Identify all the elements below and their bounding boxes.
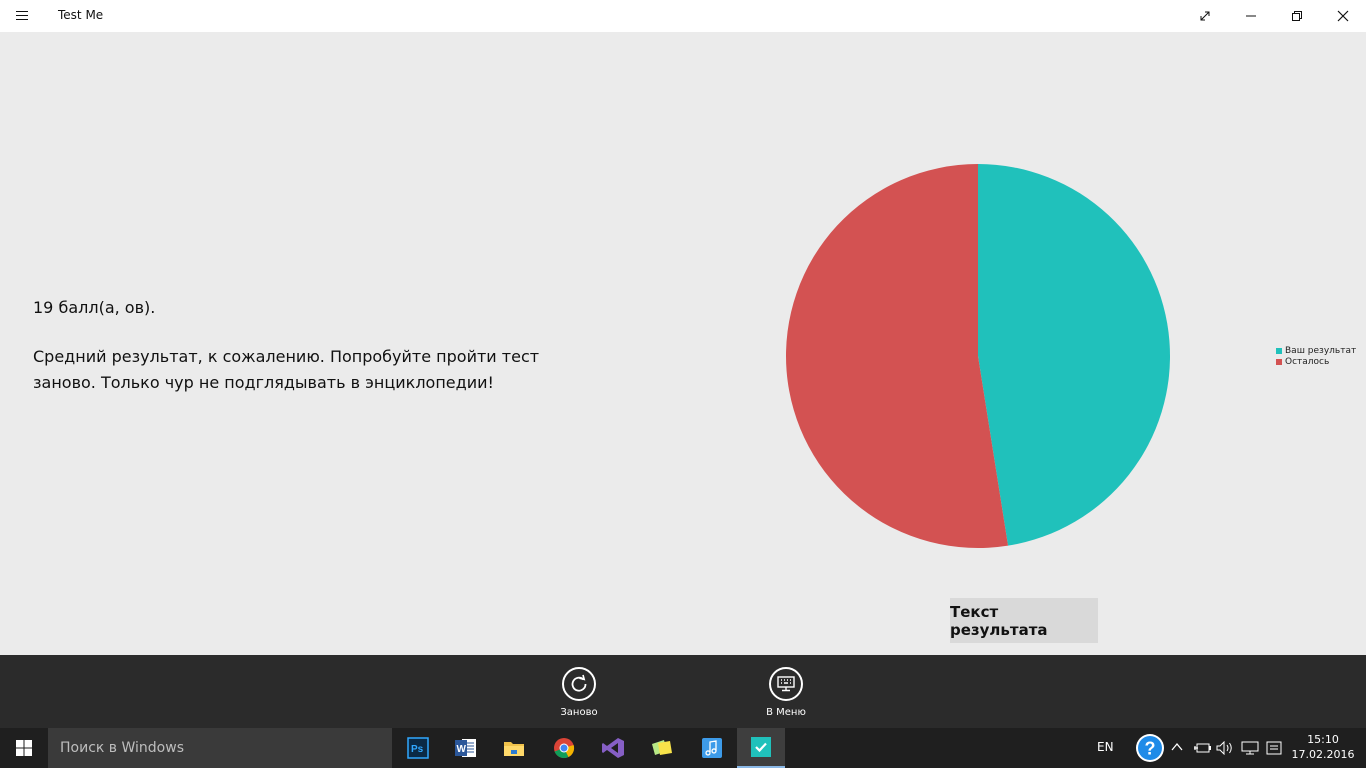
close-icon	[1337, 10, 1349, 22]
legend-item: Ваш результат	[1276, 345, 1356, 356]
close-button[interactable]	[1320, 0, 1366, 32]
menu-label: В Меню	[766, 707, 806, 718]
result-pie-chart	[786, 164, 1171, 548]
again-button[interactable]: Заново	[544, 667, 614, 718]
legend-label: Ваш результат	[1285, 345, 1357, 356]
notifications-icon[interactable]	[1266, 741, 1282, 755]
taskbar-chrome[interactable]	[540, 728, 588, 768]
result-text-button[interactable]: Текст результата	[950, 598, 1098, 643]
music-app-icon	[702, 738, 722, 758]
help-icon[interactable]: ?	[1134, 732, 1166, 764]
result-page: 19 балл(а, ов). Средний результат, к сож…	[0, 32, 1366, 655]
word-icon: W	[455, 739, 476, 757]
hamburger-menu-icon[interactable]	[10, 8, 36, 24]
taskbar-music-app[interactable]	[688, 728, 736, 768]
score-text: 19 балл(а, ов).	[33, 298, 156, 317]
keyboard-menu-icon	[769, 667, 803, 701]
chart-legend: Ваш результат Осталось	[1276, 345, 1356, 367]
fullscreen-button[interactable]	[1182, 0, 1228, 32]
taskbar-test-me[interactable]	[737, 728, 785, 768]
pie-slice-0	[978, 164, 1171, 546]
chevron-up-icon[interactable]	[1171, 742, 1183, 752]
svg-text:?: ?	[1145, 739, 1156, 759]
file-explorer-icon	[504, 742, 524, 756]
menu-button[interactable]: В Меню	[751, 667, 821, 718]
refresh-icon	[562, 667, 596, 701]
chrome-icon	[554, 738, 575, 759]
language-indicator[interactable]: EN	[1097, 740, 1114, 754]
minimize-button[interactable]	[1228, 0, 1274, 32]
legend-label: Осталось	[1285, 356, 1330, 367]
search-box[interactable]: Поиск в Windows	[48, 728, 392, 768]
clock-time: 15:10	[1307, 733, 1339, 746]
start-button[interactable]	[0, 728, 48, 768]
photoshop-icon: Ps	[407, 737, 429, 759]
test-me-app-icon	[751, 737, 771, 757]
network-icon[interactable]	[1241, 741, 1259, 755]
again-label: Заново	[560, 707, 598, 718]
svg-text:Ps: Ps	[411, 744, 424, 755]
sticky-notes-icon	[652, 740, 672, 755]
volume-icon[interactable]	[1216, 741, 1234, 755]
clock[interactable]: 15:10 17.02.2016	[1288, 732, 1358, 762]
app-title: Test Me	[58, 8, 104, 22]
taskbar-photoshop[interactable]: Ps	[394, 728, 442, 768]
restore-button[interactable]	[1274, 0, 1320, 32]
taskbar-sticky-notes[interactable]	[638, 728, 686, 768]
svg-text:W: W	[457, 744, 467, 755]
command-bar: Заново В Меню	[0, 655, 1366, 728]
title-bar: Test Me	[0, 0, 1366, 32]
pie-slice-1	[786, 164, 1009, 548]
legend-item: Осталось	[1276, 356, 1356, 367]
restore-icon	[1292, 11, 1302, 21]
fullscreen-icon	[1200, 11, 1210, 21]
visual-studio-icon	[602, 738, 624, 758]
windows-logo-icon	[16, 740, 32, 756]
taskbar-file-explorer[interactable]	[490, 728, 538, 768]
taskbar-visual-studio[interactable]	[589, 728, 637, 768]
legend-swatch	[1276, 347, 1282, 354]
legend-swatch	[1276, 358, 1282, 365]
minimize-icon	[1246, 15, 1256, 17]
clock-date: 17.02.2016	[1291, 748, 1355, 761]
result-message: Средний результат, к сожалению. Попробуй…	[33, 347, 540, 392]
battery-plug-icon[interactable]	[1193, 741, 1211, 755]
taskbar: Поиск в Windows Ps W EN ? 15:10 17.02.20…	[0, 728, 1366, 768]
taskbar-word[interactable]: W	[442, 728, 490, 768]
